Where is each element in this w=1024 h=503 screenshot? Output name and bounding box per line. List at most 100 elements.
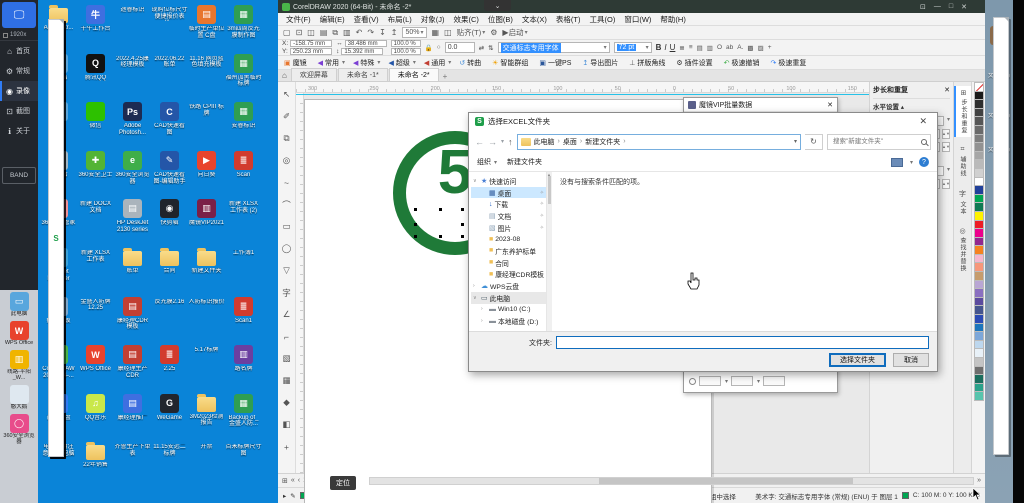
import-icon[interactable]: ↧	[379, 28, 386, 38]
left-strip-icon[interactable]: ◯ 360安全浏览器	[0, 414, 38, 445]
smart-group-button[interactable]: ☀ 智能群组	[492, 58, 531, 68]
mojing-field[interactable]	[699, 376, 721, 386]
interactive-fill-tool[interactable]: ◧	[282, 414, 290, 435]
chevron-down-icon[interactable]: ▾	[794, 138, 797, 145]
desktop-icon[interactable]: G WeGame	[151, 391, 188, 440]
export-icon[interactable]: ↥	[391, 28, 398, 38]
docker-tab[interactable]: ◎ 查找并替换	[954, 224, 971, 275]
transparency-tool[interactable]: ▧	[282, 348, 290, 369]
right-strip-icon[interactable]: 文本文档(2)	[985, 147, 1013, 159]
font-family-select[interactable]: 交通标志专用字体▾	[498, 42, 610, 53]
rectangle-tool[interactable]: ▭	[282, 216, 290, 237]
color-swatch[interactable]	[974, 82, 984, 92]
desktop-icon[interactable]: ≣ Scan	[225, 148, 262, 197]
document-tab[interactable]: 欢迎屏幕	[291, 68, 337, 81]
scale-y-field[interactable]: 100.0 %	[391, 48, 421, 55]
spinner[interactable]: ▲▼	[942, 179, 950, 189]
organize-menu[interactable]: 组织 ▾	[477, 157, 497, 167]
recorder-home-item[interactable]: ⌂ 首页	[0, 41, 38, 61]
desktop-icon[interactable]: 微信	[77, 99, 114, 148]
desktop-icon[interactable]: 3M2023检测报告	[188, 391, 225, 440]
desktop-icon[interactable]: W 新建 DOCX 文档	[77, 196, 114, 245]
copy-icon[interactable]: ⧉	[332, 28, 338, 38]
desktop-icon[interactable]: ▤ 康经理生产 CDR	[114, 342, 151, 391]
desktop-icon[interactable]: W WPS Office	[77, 342, 114, 391]
breadcrumb-item[interactable]: 新建文件夹›	[585, 137, 625, 147]
snap-to-select[interactable]: 贴齐(T)▾	[457, 27, 486, 38]
recent-locations-icon[interactable]: ▾	[501, 138, 504, 145]
polygon-tool[interactable]: ▽	[283, 260, 290, 281]
menu-item[interactable]: 对象(J)	[421, 14, 445, 25]
recorder-screenshot-item[interactable]: ⊡ 截图	[0, 101, 38, 121]
desktop-icon[interactable]: ≣ 2.25	[151, 342, 188, 391]
show-rulers-icon[interactable]: ◫	[444, 28, 452, 37]
y-position-field[interactable]: 250.23 mm	[290, 48, 332, 55]
crop-tool[interactable]: ⧉	[283, 128, 289, 149]
plugin-super-menu[interactable]: ◀ 超级 ▾	[388, 58, 415, 68]
view-mode-icon[interactable]	[891, 158, 903, 167]
back-button[interactable]: ←	[475, 137, 484, 147]
menu-item[interactable]: 布局(L)	[388, 14, 412, 25]
tree-item[interactable]: ■ 2023-08	[471, 233, 546, 245]
selection-handle[interactable]	[439, 208, 442, 211]
page-grid-icon[interactable]: ⊞	[282, 477, 288, 485]
menu-item[interactable]: 帮助(H)	[660, 14, 685, 25]
tree-item[interactable]: ▦ 桌面 ✧	[471, 187, 546, 199]
desktop-icon[interactable]: Q 腾讯QQ	[77, 51, 114, 100]
tree-expander-icon[interactable]: ›	[473, 283, 479, 289]
recorder-resolution-row[interactable]: 1920x	[0, 30, 38, 41]
tree-item[interactable]: › ☁ WPS云盘	[471, 280, 546, 292]
desktop-icon[interactable]: S 5.17标牌	[188, 342, 225, 391]
bullet-list-icon[interactable]: ≣	[679, 44, 684, 52]
horizontal-text-icon[interactable]: ▨	[758, 44, 764, 52]
italic-button[interactable]: I	[664, 43, 666, 52]
plugin-settings-button[interactable]: ⚙ 插件设置	[676, 58, 715, 68]
font-size-select[interactable]: 72 pt▾	[614, 42, 652, 53]
mojing-field[interactable]	[763, 376, 785, 386]
refresh-button[interactable]: ↻	[805, 134, 823, 150]
menu-item[interactable]: 表格(T)	[556, 14, 581, 25]
underline-button[interactable]: U	[670, 43, 676, 52]
save-icon[interactable]: ◫	[307, 28, 315, 38]
desktop-icon[interactable]: ▦ 3m四周反光膜制作图	[225, 2, 262, 51]
tree-item[interactable]: ∨ ★ 快速访问	[471, 175, 546, 187]
forward-button[interactable]: →	[488, 137, 497, 147]
minimize-button[interactable]: —	[934, 3, 941, 10]
menu-item[interactable]: 查看(V)	[354, 14, 379, 25]
recorder-about-item[interactable]: ℹ 关于	[0, 121, 38, 141]
vertical-text-icon[interactable]: ▩	[747, 44, 753, 52]
quick-undo-button[interactable]: ↶ 极速撤销	[724, 58, 763, 68]
bezier-tool[interactable]: ⌒	[282, 194, 291, 215]
desktop-icon[interactable]: 牛 千牛工作台	[77, 2, 114, 51]
drop-cap-icon[interactable]: ▥	[707, 44, 713, 52]
desktop-icon[interactable]: 新建文件夹	[188, 245, 225, 294]
menu-item[interactable]: 窗口(W)	[624, 14, 651, 25]
object-height-field[interactable]: 15.392 mm	[341, 48, 383, 55]
print-icon[interactable]: ▤	[320, 28, 328, 38]
pick-tool[interactable]: ↖	[283, 84, 290, 105]
breadcrumb[interactable]: 此电脑›桌面›新建文件夹› ▾	[517, 134, 801, 150]
left-strip-icon[interactable]: ▭ 此电脑	[0, 292, 38, 317]
redo-icon[interactable]: ↷	[367, 28, 374, 38]
desktop-icon[interactable]: S 11.16 网页蓝色填充模板	[188, 51, 225, 100]
desktop-icon[interactable]: S 人防标识报价	[188, 294, 225, 343]
desktop-icon[interactable]: C CAD快速看图	[151, 99, 188, 148]
breadcrumb-item[interactable]: 桌面›	[563, 137, 582, 147]
mojing-button[interactable]: ▣ 魔镜	[284, 58, 310, 68]
desktop-icon[interactable]: ▤ 康经理CDR 模板	[114, 294, 151, 343]
tree-item[interactable]: ■ 广东养护标单	[471, 245, 546, 257]
options-gear-icon[interactable]: ⚙	[490, 28, 497, 37]
desktop-icon[interactable]: S 新建 XLSX 工作表	[77, 245, 114, 294]
desktop-icon[interactable]: S 铁路 CPIII 标牌	[188, 99, 225, 148]
object-width-field[interactable]: 38.486 mm	[345, 40, 387, 47]
close-button[interactable]: ✕	[961, 3, 967, 11]
new-document-icon[interactable]: ▢	[283, 28, 291, 38]
vertical-ruler[interactable]	[296, 93, 304, 473]
selection-handle[interactable]	[414, 223, 417, 226]
undo-icon[interactable]: ↶	[356, 28, 363, 38]
one-key-ps-button[interactable]: ▣ 一键PS	[539, 58, 574, 68]
document-tab[interactable]: 未命名 -2*	[389, 68, 439, 81]
more-options-icon[interactable]: +	[768, 44, 772, 52]
eyedropper-tool[interactable]: ◆	[283, 392, 290, 413]
tree-item[interactable]: ▤ 文档 ✧	[471, 210, 546, 222]
